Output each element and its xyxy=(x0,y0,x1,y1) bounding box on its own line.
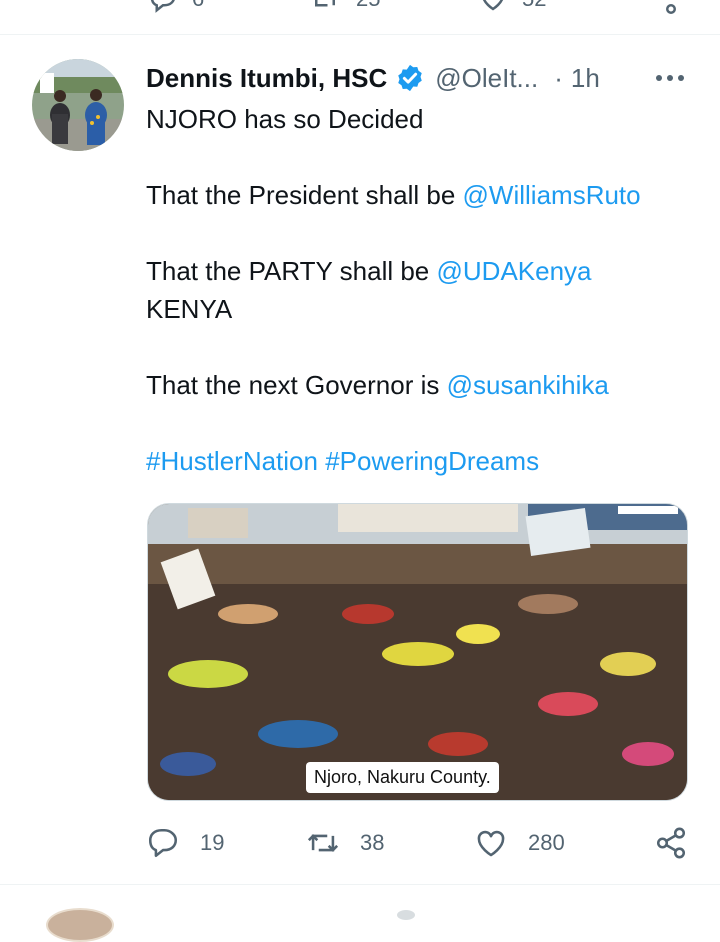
tweet-header: Dennis Itumbi, HSC @OleIt... · 1h xyxy=(146,60,600,96)
tweet-hashtags: #HustlerNation #PoweringDreams xyxy=(146,442,696,480)
tweet-line-3: That the PARTY shall be @UDAKenya xyxy=(146,252,696,290)
divider-top xyxy=(0,34,720,35)
next-tweet-badge-icon xyxy=(397,910,415,920)
author-name[interactable]: Dennis Itumbi, HSC xyxy=(146,63,387,94)
tweet-line-5-text: That the next Governor is xyxy=(146,370,447,400)
author-avatar[interactable] xyxy=(32,59,124,151)
tweet-line-2: That the President shall be @WilliamsRut… xyxy=(146,176,696,214)
tweet-text: NJORO has so Decided That the President … xyxy=(146,100,696,480)
like-button[interactable]: 280 xyxy=(474,826,565,860)
tweet-line-4: KENYA xyxy=(146,294,233,324)
avatar-photo xyxy=(32,59,124,151)
tweet-line-3-text: That the PARTY shall be xyxy=(146,256,437,286)
tweet-time[interactable]: 1h xyxy=(571,63,600,94)
author-handle[interactable]: @OleIt... xyxy=(435,63,538,94)
more-icon[interactable] xyxy=(654,66,686,90)
prev-retweet-count: 25 xyxy=(356,0,380,12)
tweet-actions: 19 38 280 xyxy=(0,820,720,868)
mention-susankihika[interactable]: @susankihika xyxy=(447,370,609,400)
retweet-button[interactable]: 38 xyxy=(306,826,384,860)
mention-udakenya[interactable]: @UDAKenya xyxy=(437,256,592,286)
share-icon xyxy=(656,827,686,859)
mention-williamsruto[interactable]: @WilliamsRuto xyxy=(463,180,641,210)
tweet-media[interactable]: Njoro, Nakuru County. xyxy=(147,503,688,801)
next-tweet-avatar[interactable] xyxy=(46,908,114,942)
tweet-line-5: That the next Governor is @susankihika xyxy=(146,366,696,404)
tweet-line-1: NJORO has so Decided xyxy=(146,104,424,134)
prev-reply-count: 6 xyxy=(192,0,204,12)
previous-tweet-actions: 6 25 52 xyxy=(0,0,720,14)
divider-bottom xyxy=(0,884,720,885)
prev-like-button[interactable]: 52 xyxy=(478,0,546,14)
like-count: 280 xyxy=(528,830,565,855)
share-icon xyxy=(666,4,676,14)
retweet-icon xyxy=(315,0,335,7)
retweet-count: 38 xyxy=(360,830,385,855)
reply-button[interactable]: 19 xyxy=(146,826,224,860)
verified-badge-icon xyxy=(398,64,422,92)
retweet-icon xyxy=(307,834,339,852)
share-button[interactable] xyxy=(654,826,688,860)
reply-icon xyxy=(148,828,178,858)
hashtag-hustlernation[interactable]: #HustlerNation xyxy=(146,446,318,476)
prev-retweet-button[interactable]: 25 xyxy=(308,0,380,14)
heart-icon xyxy=(482,0,504,11)
reply-icon xyxy=(150,0,175,13)
prev-like-count: 52 xyxy=(522,0,546,12)
prev-reply-button[interactable]: 6 xyxy=(148,0,204,14)
prev-share-button[interactable] xyxy=(656,0,686,14)
heart-icon xyxy=(477,830,505,857)
tweet-line-2-text: That the President shall be xyxy=(146,180,463,210)
media-caption: Njoro, Nakuru County. xyxy=(306,762,499,793)
reply-count: 19 xyxy=(200,830,225,855)
crowd-photo xyxy=(148,504,687,800)
hashtag-poweringdreams[interactable]: #PoweringDreams xyxy=(325,446,539,476)
header-separator: · xyxy=(554,62,563,93)
